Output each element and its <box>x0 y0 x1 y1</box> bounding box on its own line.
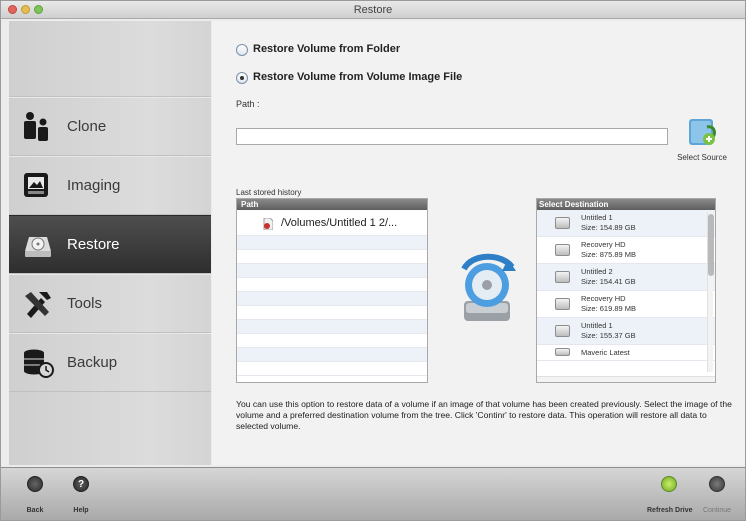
refresh-icon <box>661 476 677 492</box>
refresh-drive-label: Refresh Drive <box>647 507 693 514</box>
scrollbar-thumb[interactable] <box>708 214 714 276</box>
back-icon <box>27 476 43 492</box>
app-window: Restore Clone Imaging Restore Tools Back… <box>0 0 746 521</box>
hard-drive-icon <box>555 325 570 337</box>
sidebar-item-label: Backup <box>67 354 118 371</box>
help-icon: ? <box>73 476 89 492</box>
destination-name: Untitled 1 <box>581 213 613 222</box>
window-title: Restore <box>353 4 393 16</box>
sidebar-header <box>9 21 211 97</box>
path-label: Path : <box>236 99 260 109</box>
restore-description: You can use this option to restore data … <box>236 399 732 431</box>
history-row-empty <box>237 334 427 348</box>
help-label: Help <box>73 507 89 514</box>
history-row-empty <box>237 264 427 278</box>
help-button[interactable]: ? Help <box>61 476 101 516</box>
refresh-drive-button[interactable]: Refresh Drive <box>647 476 693 516</box>
sidebar-item-label: Clone <box>67 118 107 135</box>
sidebar-item-imaging[interactable]: Imaging <box>9 156 211 215</box>
destination-name: Untitled 1 <box>581 321 613 330</box>
history-row-empty <box>237 348 427 362</box>
destination-name: Untitled 2 <box>581 267 613 276</box>
select-source-label: Select Source <box>677 153 727 162</box>
folder-add-icon <box>689 119 716 145</box>
destination-size: Size: 875.89 MB <box>581 250 637 259</box>
radio-button[interactable] <box>236 44 248 56</box>
image-file-icon <box>263 218 273 230</box>
sidebar-item-label: Restore <box>67 236 120 253</box>
destination-item[interactable]: Untitled 1 Size: 154.89 GB <box>537 210 715 237</box>
vertical-scrollbar[interactable] <box>707 212 714 372</box>
radio-label: Restore Volume from Volume Image File <box>253 71 463 83</box>
hard-drive-icon <box>555 244 570 256</box>
sidebar: Clone Imaging Restore Tools Backup <box>9 21 211 465</box>
radio-button-selected[interactable] <box>236 72 248 84</box>
continue-button[interactable]: Continue <box>697 476 737 516</box>
restore-icon <box>25 237 51 257</box>
backup-icon <box>24 349 54 378</box>
destination-item[interactable]: Maveric Latest <box>537 345 715 361</box>
history-row-empty <box>237 362 427 376</box>
bottom-toolbar: Back ? Help Refresh Drive Continue <box>1 467 745 520</box>
destination-header: Select Destination <box>537 199 715 210</box>
history-label: Last stored history <box>236 188 302 197</box>
hard-drive-icon <box>555 298 570 310</box>
history-row-empty <box>237 236 427 250</box>
sidebar-item-label: Tools <box>67 295 103 312</box>
back-label: Back <box>26 507 44 514</box>
history-row-empty <box>237 306 427 320</box>
history-row-empty <box>237 320 427 334</box>
destination-name: Recovery HD <box>581 294 626 303</box>
select-source-button[interactable]: Select Source <box>669 113 735 165</box>
destination-size: Size: 154.41 GB <box>581 277 636 286</box>
path-input[interactable] <box>236 128 668 145</box>
destination-item[interactable]: Recovery HD Size: 619.89 MB <box>537 291 715 318</box>
imaging-icon <box>24 173 48 197</box>
history-header: Path <box>237 199 427 210</box>
sidebar-item-clone[interactable]: Clone <box>9 97 211 156</box>
hard-drive-icon <box>555 217 570 229</box>
destination-size: Size: 154.89 GB <box>581 223 636 232</box>
hard-drive-icon <box>555 348 570 356</box>
destination-item[interactable]: Untitled 2 Size: 154.41 GB <box>537 264 715 291</box>
sidebar-item-backup[interactable]: Backup <box>9 333 211 392</box>
destination-size: Size: 619.89 MB <box>581 304 637 313</box>
continue-icon <box>709 476 725 492</box>
sidebar-item-tools[interactable]: Tools <box>9 274 211 333</box>
restore-panel: Restore Volume from Folder Restore Volum… <box>212 21 745 465</box>
sidebar-item-restore[interactable]: Restore <box>9 215 211 274</box>
destination-name: Maveric Latest <box>581 348 630 357</box>
continue-label: Continue <box>702 507 732 514</box>
history-path: /Volumes/Untitled 1 2/... <box>281 217 398 229</box>
history-row-empty <box>237 250 427 264</box>
destination-size: Size: 155.37 GB <box>581 331 636 340</box>
destination-item[interactable]: Recovery HD Size: 875.89 MB <box>537 237 715 264</box>
radio-label: Restore Volume from Folder <box>253 43 401 55</box>
history-list: Path /Volumes/Untitled 1 2/... <box>236 198 428 383</box>
back-button[interactable]: Back <box>15 476 55 516</box>
destination-name: Recovery HD <box>581 240 626 249</box>
sidebar-item-label: Imaging <box>67 177 121 194</box>
destination-item[interactable]: Untitled 1 Size: 155.37 GB <box>537 318 715 345</box>
disk-restore-icon <box>461 253 516 321</box>
tools-icon <box>25 292 51 318</box>
history-row-empty <box>237 278 427 292</box>
history-row-empty <box>237 292 427 306</box>
horizontal-scrollbar[interactable] <box>537 376 715 382</box>
history-item[interactable]: /Volumes/Untitled 1 2/... <box>237 210 427 236</box>
destination-list: Select Destination Untitled 1 Size: 154.… <box>536 198 716 383</box>
hard-drive-icon <box>555 271 570 283</box>
title-bar: Restore <box>1 1 745 19</box>
clone-icon <box>24 112 48 141</box>
